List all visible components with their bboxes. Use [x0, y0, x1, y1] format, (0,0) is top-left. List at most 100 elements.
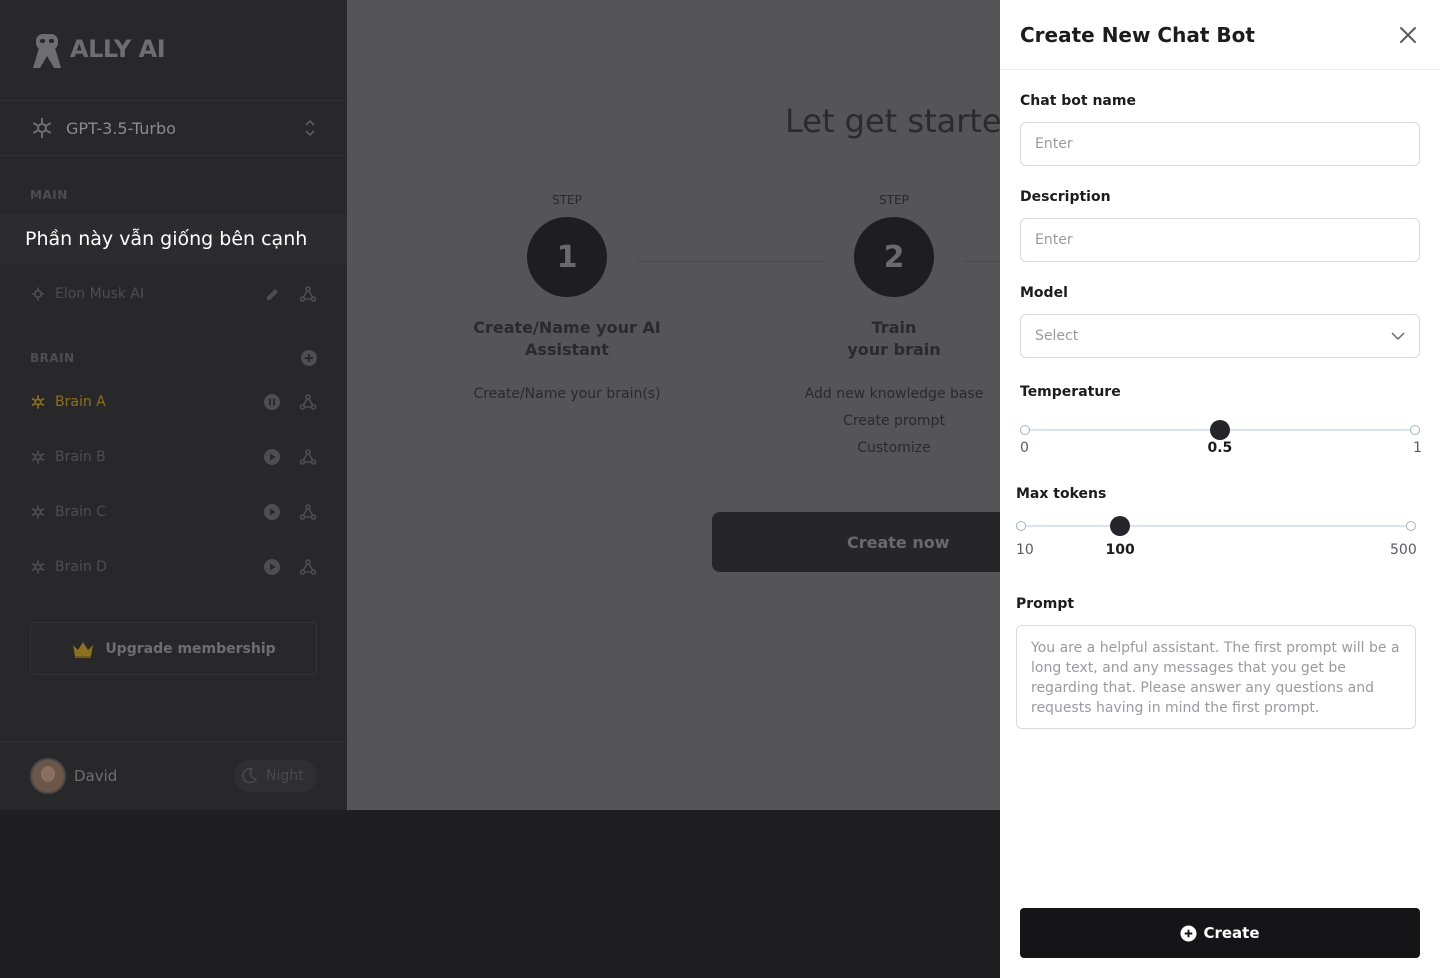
slider-thumb[interactable]: [1210, 420, 1230, 440]
play-icon[interactable]: [263, 503, 281, 521]
slider-track: [1016, 525, 1416, 527]
chatbot-name-label: Chat bot name: [1020, 93, 1136, 109]
slider-max-dot: [1406, 521, 1416, 531]
sidebar-item-label: Brain B: [55, 449, 106, 465]
slider-min-dot: [1016, 521, 1026, 531]
step-title: Train your brain: [774, 317, 1000, 361]
temperature-max: 1: [1413, 440, 1422, 456]
sidebar-item-brain-c[interactable]: Brain C: [0, 492, 347, 532]
play-icon[interactable]: [263, 558, 281, 576]
step-title: Create/Name your AI Assistant: [447, 317, 687, 361]
add-brain-icon[interactable]: [300, 349, 318, 367]
temperature-slider[interactable]: [1020, 420, 1420, 440]
slider-min-dot: [1020, 425, 1030, 435]
temperature-min: 0: [1020, 440, 1029, 456]
openai-icon: [32, 287, 44, 301]
step-desc-line: Create/Name your brain(s): [473, 386, 661, 402]
avatar[interactable]: [30, 758, 66, 794]
step-label: STEP: [552, 193, 582, 207]
step-title-line: Create/Name your AI: [473, 318, 661, 337]
step-title-line: Train: [871, 318, 917, 337]
step-card-1: STEP 1 Create/Name your AI Assistant Cre…: [447, 193, 687, 408]
description-input[interactable]: [1020, 218, 1420, 262]
create-label: Create: [1203, 924, 1260, 942]
drawer-header: Create New Chat Bot: [1000, 0, 1440, 70]
step-description: Create/Name your brain(s): [447, 381, 687, 408]
brain-icon: [31, 450, 45, 464]
max-tokens-label: Max tokens: [1016, 486, 1107, 502]
step-desc-line: Create prompt: [843, 413, 945, 429]
brain-icon: [31, 560, 45, 574]
model-select[interactable]: Select: [1020, 314, 1420, 358]
annotation-note-text: Phần này vẫn giống bên cạnh: [25, 228, 308, 250]
step-label: STEP: [879, 193, 909, 207]
step-card-2: STEP 2 Train your brain Add new knowledg…: [774, 193, 1000, 462]
sidebar-item-brain-a[interactable]: Brain A: [0, 382, 347, 422]
crown-icon: [73, 641, 94, 658]
slider-max-dot: [1410, 425, 1420, 435]
openai-icon: [32, 118, 52, 138]
model-select-value: Select: [1035, 328, 1079, 344]
create-chatbot-drawer: Create New Chat Bot Chat bot name Descri…: [1000, 0, 1440, 978]
model-name: GPT-3.5-Turbo: [66, 118, 176, 138]
main-section-label: MAIN: [30, 188, 68, 202]
sidebar-item-label: Elon Musk AI: [55, 286, 145, 302]
sidebar-item-brain-d[interactable]: Brain D: [0, 547, 347, 587]
share-icon[interactable]: [299, 448, 317, 466]
page-title: Let get started: [785, 102, 1000, 140]
edit-icon[interactable]: [265, 286, 281, 302]
share-icon[interactable]: [299, 558, 317, 576]
brand-name: ALLY AI: [70, 35, 166, 63]
play-icon[interactable]: [263, 448, 281, 466]
share-icon[interactable]: [299, 393, 317, 411]
max-tokens-value: 100: [1105, 542, 1135, 558]
max-tokens-slider[interactable]: [1016, 516, 1416, 536]
step-description: Add new knowledge base Create prompt Cus…: [774, 381, 1000, 462]
plus-circle-icon: [1180, 924, 1197, 942]
prompt-label: Prompt: [1016, 596, 1075, 612]
step-number: 2: [854, 217, 934, 297]
brand-logo[interactable]: ALLY AI: [30, 30, 166, 68]
max-tokens-min: 10: [1016, 542, 1034, 558]
close-button[interactable]: [1396, 23, 1420, 47]
step-number: 1: [527, 217, 607, 297]
night-mode-label: Night: [266, 768, 304, 784]
share-icon[interactable]: [299, 285, 317, 303]
drawer-title: Create New Chat Bot: [1020, 22, 1255, 47]
annotation-note: Phần này vẫn giống bên cạnh: [0, 214, 347, 264]
brain-section-label: BRAIN: [30, 351, 75, 365]
sidebar-item-label: Brain C: [55, 504, 106, 520]
chevron-up-down-icon: [305, 119, 315, 137]
close-icon: [1400, 26, 1416, 43]
create-now-button[interactable]: Create now: [712, 512, 1000, 572]
upgrade-membership-button[interactable]: Upgrade membership: [30, 622, 317, 675]
sidebar-item-label: Brain D: [55, 559, 107, 575]
step-desc-line: Customize: [857, 440, 931, 456]
create-button[interactable]: Create: [1020, 908, 1420, 958]
temperature-label: Temperature: [1020, 384, 1121, 400]
moon-icon: [242, 767, 258, 784]
pause-icon[interactable]: [263, 393, 281, 411]
max-tokens-max: 500: [1390, 542, 1417, 558]
temperature-value: 0.5: [1207, 440, 1233, 456]
upgrade-label: Upgrade membership: [105, 640, 276, 657]
robot-logo-icon: [33, 34, 61, 68]
slider-thumb[interactable]: [1110, 516, 1130, 536]
step-title-line: Assistant: [525, 340, 609, 359]
user-profile: David Night: [0, 741, 347, 810]
main-content: Let get started STEP 1 Create/Name your …: [347, 0, 1000, 810]
chatbot-name-input[interactable]: [1020, 122, 1420, 166]
sidebar: ALLY AI GPT-3.5-Turbo MAIN Phần này vẫn …: [0, 0, 347, 810]
chevron-down-icon: [1391, 332, 1405, 341]
sidebar-item-brain-b[interactable]: Brain B: [0, 437, 347, 477]
user-name: David: [74, 767, 118, 785]
brain-icon: [31, 505, 45, 519]
prompt-textarea[interactable]: [1016, 625, 1416, 729]
model-label: Model: [1020, 285, 1068, 301]
share-icon[interactable]: [299, 503, 317, 521]
sidebar-item-elon-musk-ai[interactable]: Elon Musk AI: [0, 274, 347, 314]
model-selector[interactable]: GPT-3.5-Turbo: [0, 100, 347, 156]
night-mode-toggle[interactable]: Night: [234, 760, 317, 792]
sidebar-item-label: Brain A: [55, 394, 106, 410]
step-desc-line: Add new knowledge base: [804, 386, 984, 402]
